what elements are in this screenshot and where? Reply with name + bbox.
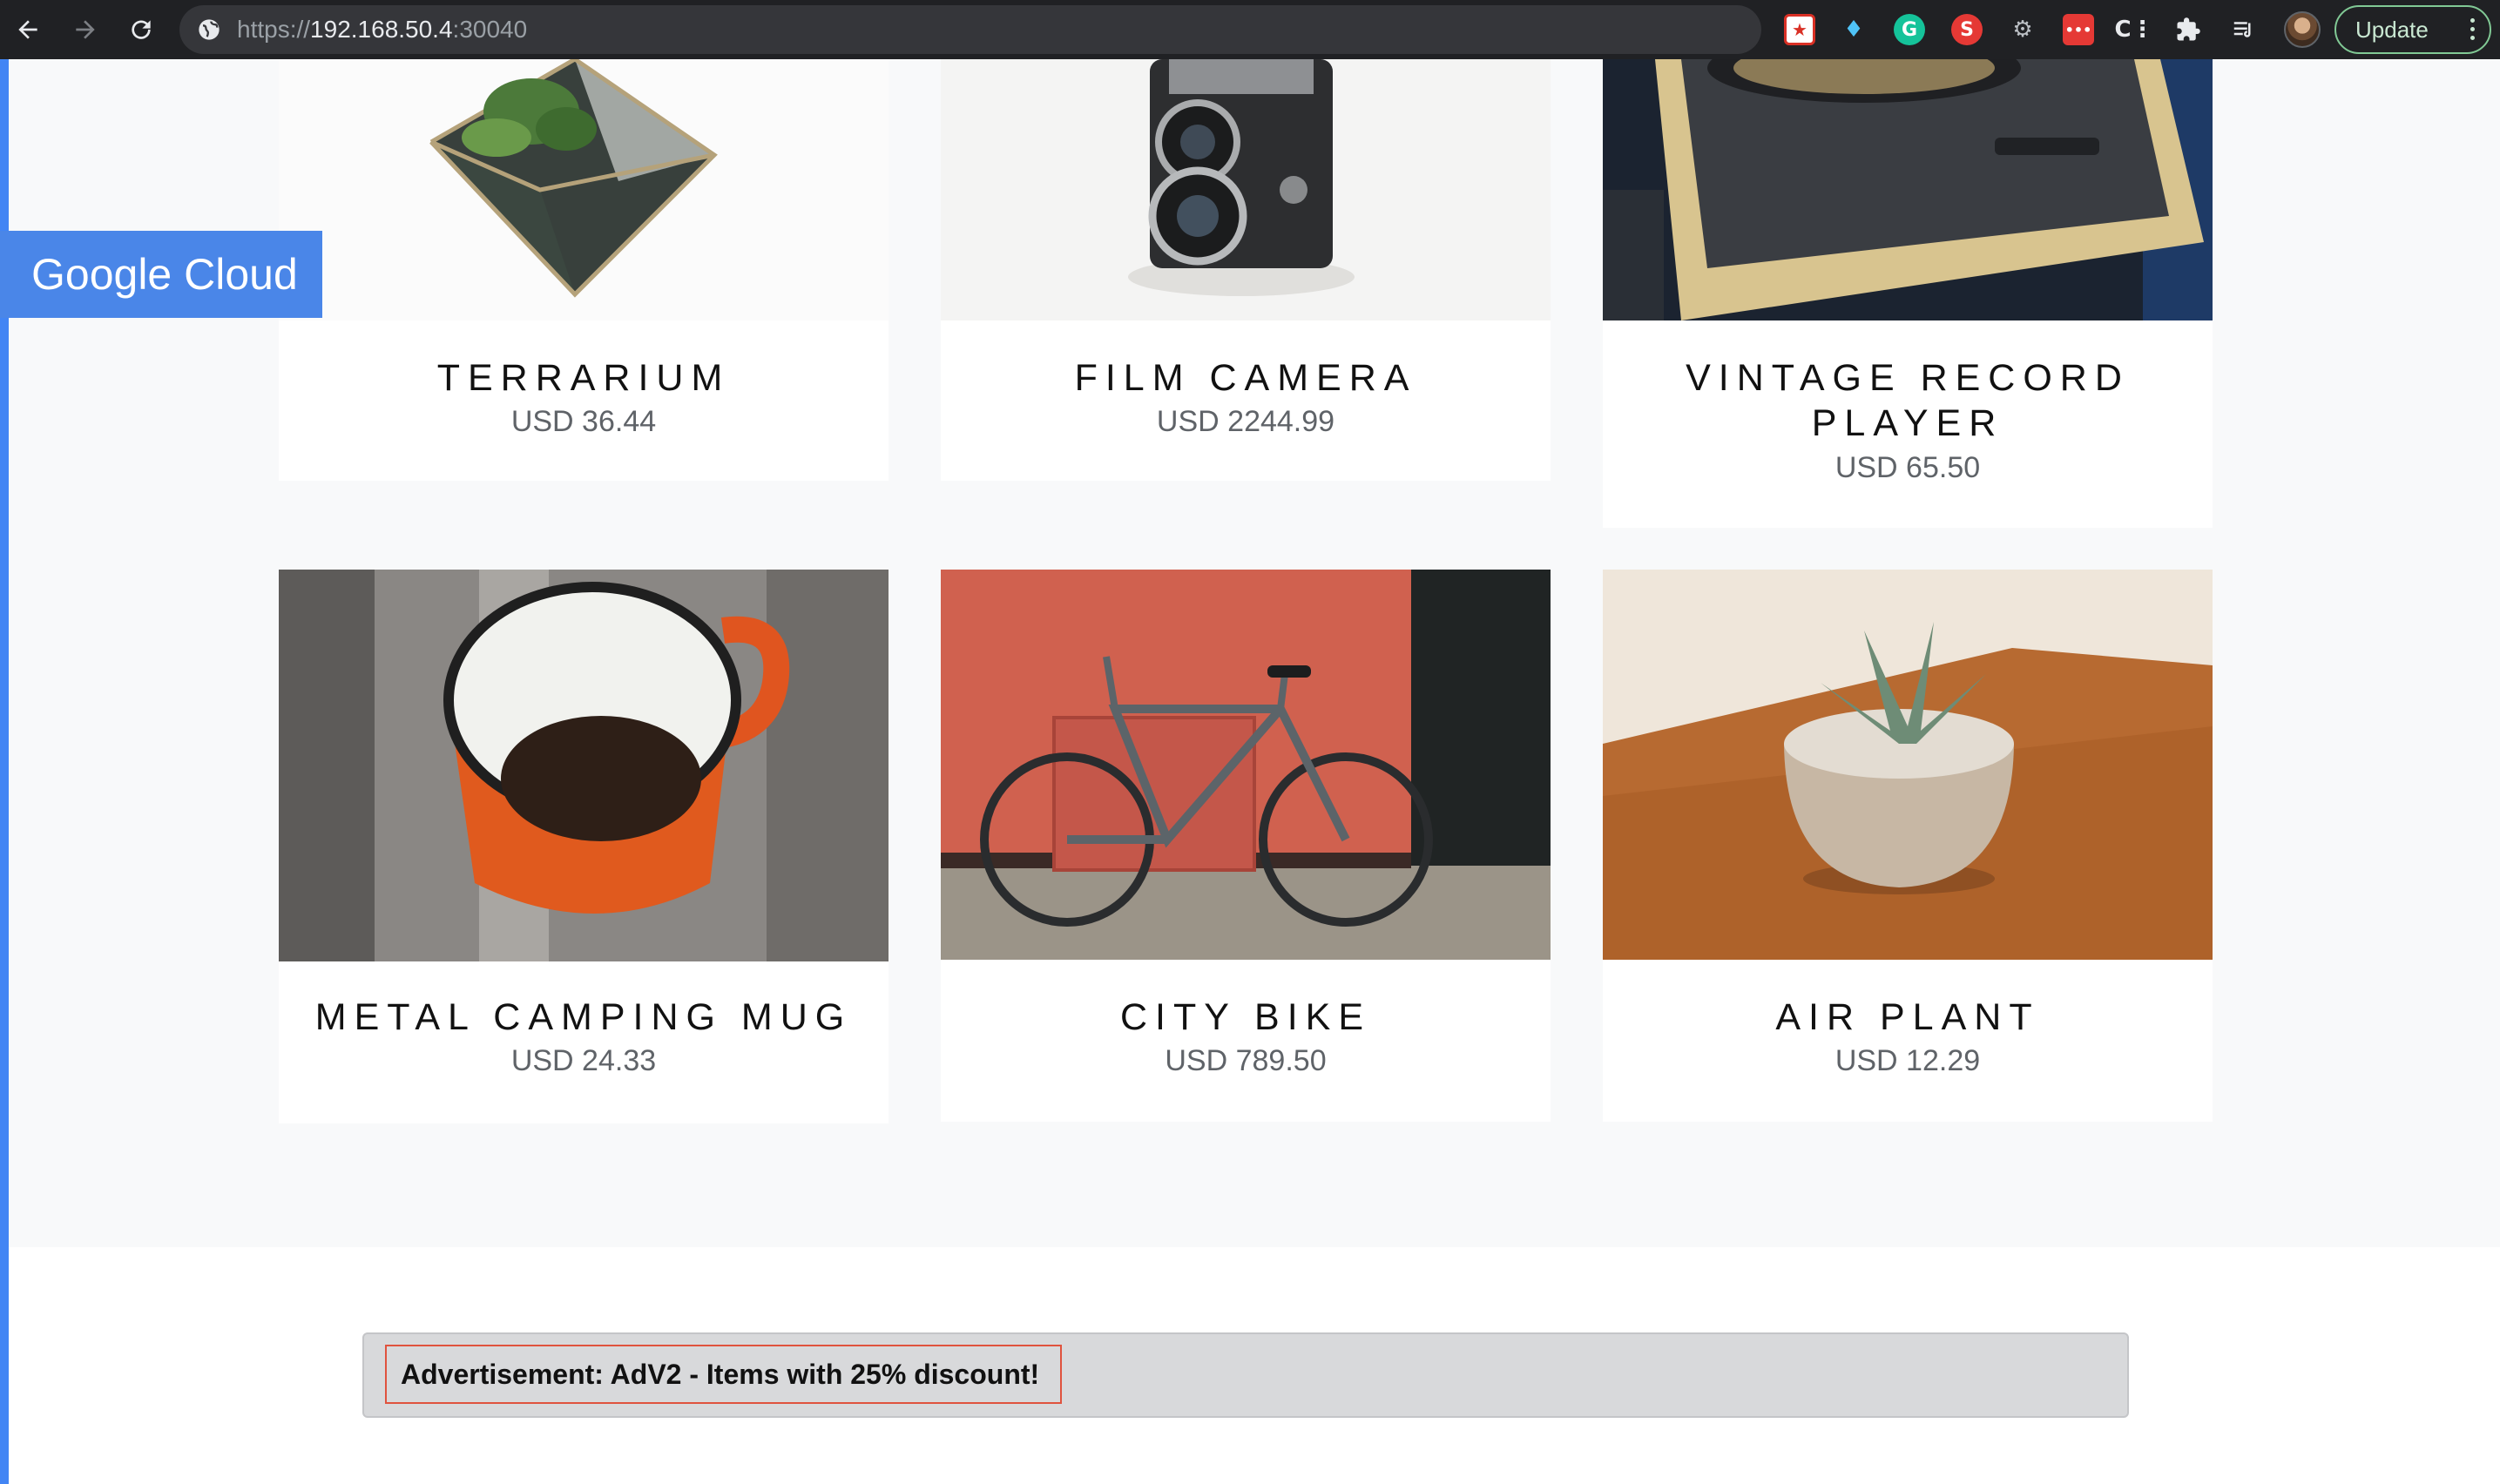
forward-button[interactable] (64, 9, 106, 51)
google-cloud-badge: Google Cloud (0, 231, 322, 318)
update-label: Update (2355, 16, 2429, 43)
back-arrow-icon (18, 20, 37, 39)
product-price: USD 789.50 (1165, 1044, 1327, 1077)
url-text: https://192.168.50.4:30040 (237, 5, 527, 54)
update-button[interactable]: Update (2334, 5, 2491, 54)
product-price: USD 24.33 (510, 1044, 657, 1077)
product-name[interactable]: VINTAGE RECORD PLAYER (1638, 355, 2178, 446)
url-scheme: https:// (237, 16, 311, 43)
product-name[interactable]: CITY BIKE (976, 995, 1516, 1040)
url-host: 192.168.50.4 (310, 16, 453, 43)
forward-arrow-icon (76, 20, 95, 39)
product-card-city-bike[interactable]: CITY BIKE USD 789.50 (941, 570, 1551, 1122)
gem-extension-icon[interactable]: ♦ (1838, 14, 1869, 45)
menu-kebab-icon (2470, 18, 2476, 41)
product-card-film-camera[interactable]: FILM CAMERA USD 2244.99 (941, 59, 1551, 481)
address-bar[interactable]: https://192.168.50.4:30040 (179, 5, 1761, 54)
product-price: USD 2244.99 (1156, 405, 1335, 438)
extensions-puzzle-icon[interactable] (2172, 14, 2204, 45)
url-port: :30040 (452, 16, 528, 43)
back-button[interactable] (7, 9, 49, 51)
reload-button[interactable] (120, 9, 162, 51)
product-price: USD 65.50 (1834, 451, 1981, 484)
browser-toolbar: https://192.168.50.4:30040 ★ ♦ G S ⚙ •••… (0, 0, 2500, 59)
robot-extension-icon[interactable]: ⚙ (2007, 14, 2038, 45)
reading-list-icon[interactable] (2228, 14, 2260, 45)
grammarly-extension-icon[interactable]: G (1894, 14, 1925, 45)
site-info-icon[interactable] (197, 17, 221, 42)
product-card-metal-camping-mug[interactable]: METAL CAMPING MUG USD 24.33 (279, 570, 889, 1123)
product-image-terrarium[interactable] (279, 59, 889, 320)
s-extension-icon[interactable]: S (1951, 14, 1983, 45)
product-card-air-plant[interactable]: AIR PLANT USD 12.29 (1603, 570, 2213, 1122)
product-price: USD 36.44 (510, 405, 657, 438)
product-name[interactable]: TERRARIUM (314, 355, 854, 401)
product-image-air-plant[interactable] (1603, 570, 2213, 960)
product-card-vintage-record-player[interactable]: VINTAGE RECORD PLAYER USD 65.50 (1603, 59, 2213, 528)
product-card-terrarium[interactable]: TERRARIUM USD 36.44 (279, 59, 889, 481)
product-image-film-camera[interactable] (941, 59, 1551, 320)
product-price: USD 12.29 (1834, 1044, 1981, 1077)
product-image-metal-camping-mug[interactable] (279, 570, 889, 961)
product-name[interactable]: FILM CAMERA (976, 355, 1516, 401)
product-name[interactable]: AIR PLANT (1638, 995, 2178, 1040)
product-name[interactable]: METAL CAMPING MUG (314, 995, 854, 1040)
code-extension-icon[interactable]: C⋮ (2114, 14, 2153, 45)
reload-icon (132, 20, 151, 39)
product-image-city-bike[interactable] (941, 570, 1551, 960)
profile-avatar[interactable] (2284, 11, 2321, 48)
dots-extension-icon[interactable]: ••• (2063, 14, 2094, 45)
bookmark-star-extension-icon[interactable]: ★ (1784, 14, 1815, 45)
advertisement-banner: Advertisement: AdV2 - Items with 25% dis… (362, 1332, 2129, 1418)
product-image-vintage-record-player[interactable] (1603, 59, 2213, 320)
advertisement-text[interactable]: Advertisement: AdV2 - Items with 25% dis… (385, 1345, 1063, 1404)
